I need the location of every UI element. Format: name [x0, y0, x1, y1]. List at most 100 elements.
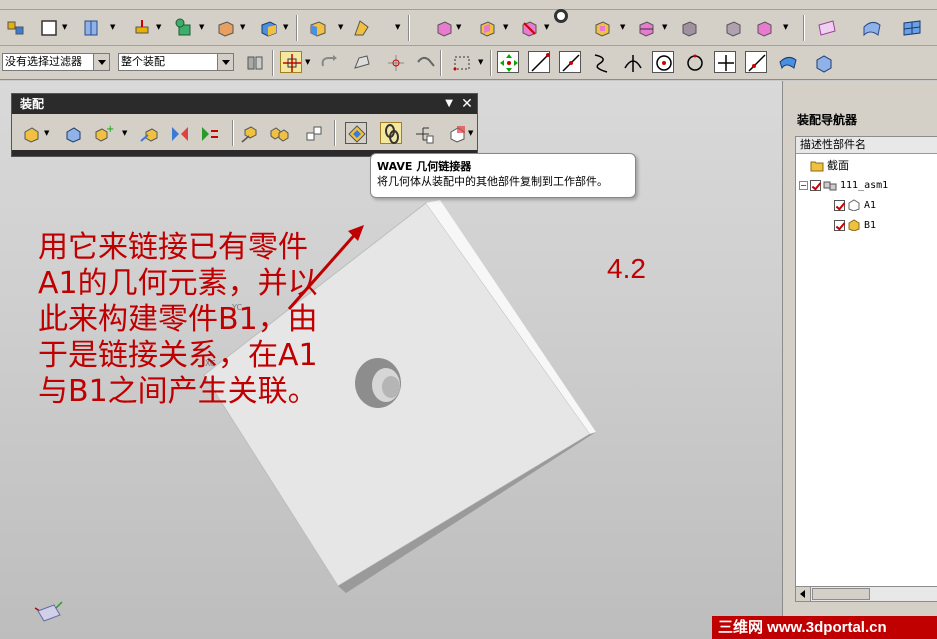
wireframe-solid-icon[interactable] — [721, 16, 743, 38]
tooltip-description: 将几何体从装配中的其他部件复制到工作部件。 — [377, 175, 608, 188]
hole-bottom — [382, 376, 400, 398]
folder-icon — [810, 160, 824, 172]
solid-face-icon[interactable] — [306, 16, 328, 38]
chevron-down-icon[interactable]: ▼ — [456, 16, 463, 38]
boolean-subtract-icon[interactable] — [517, 16, 539, 38]
work-part-icon — [847, 219, 861, 232]
replace-component-icon[interactable] — [267, 122, 289, 144]
tree-node-assembly[interactable]: − 111_asm1 — [799, 176, 888, 194]
chevron-down-icon[interactable]: ▼ — [305, 51, 312, 73]
selection-intent-icon[interactable] — [280, 51, 302, 73]
product-interface-icon[interactable] — [412, 122, 434, 144]
scrollbar-thumb[interactable] — [812, 588, 870, 600]
mirror-body-icon[interactable] — [752, 16, 774, 38]
navigator-tree[interactable]: 描述性部件名 截面 − 111_asm1 A1 B1 — [795, 136, 937, 601]
chevron-down-icon[interactable] — [93, 54, 109, 70]
visibility-checkbox[interactable] — [810, 179, 821, 191]
undo-arrow-icon[interactable] — [316, 51, 338, 73]
add-component-icon[interactable] — [20, 122, 42, 144]
reposition-component-icon[interactable] — [238, 122, 260, 144]
snap-midpoint-icon[interactable] — [559, 51, 581, 73]
tree-node-a1[interactable]: A1 — [834, 196, 876, 214]
filter-settings-icon[interactable] — [243, 51, 265, 73]
edit-feature-icon[interactable] — [432, 16, 454, 38]
snap-all-icon[interactable] — [497, 51, 519, 73]
chevron-down-icon[interactable]: ▼ — [122, 122, 129, 144]
extrude-icon[interactable] — [130, 16, 152, 38]
chevron-down-icon[interactable]: ▼ — [338, 16, 345, 38]
rectangle-select-icon[interactable] — [450, 51, 472, 73]
snap-endpoint-icon[interactable] — [528, 51, 550, 73]
toolbar-options-icon[interactable]: ▼ — [445, 94, 453, 114]
chevron-down-icon[interactable]: ▼ — [283, 16, 290, 38]
chevron-down-icon[interactable]: ▼ — [44, 122, 51, 144]
snap-point-icon[interactable] — [384, 51, 406, 73]
chevron-down-icon[interactable]: ▼ — [620, 16, 627, 38]
selection-scope-dropdown[interactable]: 整个装配 — [118, 53, 234, 71]
sheet-icon[interactable] — [815, 16, 837, 38]
trim-body-icon[interactable] — [590, 16, 612, 38]
snap-control-point-icon[interactable] — [590, 51, 612, 73]
gray-solid-icon[interactable] — [677, 16, 699, 38]
face-rule-icon[interactable] — [350, 51, 372, 73]
component-array-icon[interactable] — [302, 122, 324, 144]
snap-quadrant-icon[interactable] — [683, 51, 705, 73]
create-component-icon[interactable]: + — [92, 122, 114, 144]
selection-filter-dropdown[interactable]: 没有选择过滤器 — [2, 53, 110, 71]
chevron-down-icon[interactable]: ▼ — [468, 122, 475, 144]
snap-intersection-icon[interactable] — [621, 51, 643, 73]
tree-node-label: 111_asm1 — [840, 180, 889, 191]
column-header[interactable]: 描述性部件名 — [796, 137, 937, 154]
chevron-down-icon[interactable] — [217, 54, 233, 70]
visibility-checkbox[interactable] — [834, 219, 845, 231]
move-component-icon[interactable] — [137, 122, 159, 144]
toolbar-row-selection: 没有选择过滤器 整个装配 ▼ ▼ — [0, 46, 937, 80]
render-icon[interactable] — [549, 4, 571, 26]
new-component-icon[interactable] — [62, 122, 84, 144]
horizontal-scrollbar[interactable] — [795, 586, 937, 602]
close-icon[interactable]: ✕ — [459, 96, 475, 112]
feature-add-icon[interactable] — [172, 16, 194, 38]
chevron-down-icon[interactable]: ▼ — [783, 16, 790, 38]
surface-patch-icon[interactable] — [860, 16, 882, 38]
chevron-down-icon[interactable]: ▼ — [503, 16, 510, 38]
datum-plane-icon[interactable] — [80, 16, 102, 38]
wave-geometry-linker-icon[interactable] — [380, 122, 402, 144]
mesh-surface-icon[interactable] — [900, 16, 922, 38]
snap-point-on-face-icon[interactable] — [776, 51, 798, 73]
split-body-icon[interactable] — [634, 16, 656, 38]
scroll-left-icon[interactable] — [796, 587, 811, 601]
block-icon[interactable] — [214, 16, 236, 38]
sketch-rect-icon[interactable] — [38, 16, 60, 38]
layer-icon[interactable] — [4, 16, 26, 38]
tree-node-b1[interactable]: B1 — [834, 216, 876, 234]
chevron-down-icon[interactable]: ▼ — [395, 16, 402, 38]
mirror-assembly-icon[interactable] — [168, 122, 190, 144]
part-icon — [847, 199, 861, 212]
visibility-checkbox[interactable] — [834, 199, 845, 211]
view-box-icon[interactable] — [812, 51, 834, 73]
assembly-navigator[interactable]: 装配导航器 描述性部件名 截面 −111_asm1 A1 B1 预览 — [782, 81, 937, 639]
chevron-down-icon[interactable]: ▼ — [199, 16, 206, 38]
chevron-down-icon[interactable]: ▼ — [110, 16, 117, 38]
assembly-cut-icon[interactable] — [446, 122, 468, 144]
wave-interpart-icon[interactable] — [345, 122, 367, 144]
snap-point-on-curve-icon[interactable] — [745, 51, 767, 73]
chevron-down-icon[interactable]: ▼ — [662, 16, 669, 38]
collapse-toggle-icon[interactable]: − — [799, 180, 808, 190]
assembly-toolbar[interactable]: 装配 ▼ ✕ ▼ + ▼ ▼ — [11, 93, 478, 157]
snap-existing-point-icon[interactable] — [714, 51, 736, 73]
chevron-down-icon[interactable]: ▼ — [478, 51, 485, 73]
assembly-constraints-icon[interactable] — [198, 122, 220, 144]
boolean-unite-icon[interactable] — [475, 16, 497, 38]
snap-arc-center-icon[interactable] — [652, 51, 674, 73]
tree-node-section[interactable]: 截面 — [810, 157, 849, 175]
assembly-toolbar-title[interactable]: 装配 — [12, 94, 477, 114]
shell-icon[interactable] — [257, 16, 279, 38]
chevron-down-icon[interactable]: ▼ — [156, 16, 163, 38]
toolbar-separator — [803, 15, 805, 41]
surface-icon[interactable] — [350, 16, 372, 38]
chevron-down-icon[interactable]: ▼ — [62, 16, 69, 38]
chevron-down-icon[interactable]: ▼ — [240, 16, 247, 38]
curve-rule-icon[interactable] — [414, 51, 436, 73]
